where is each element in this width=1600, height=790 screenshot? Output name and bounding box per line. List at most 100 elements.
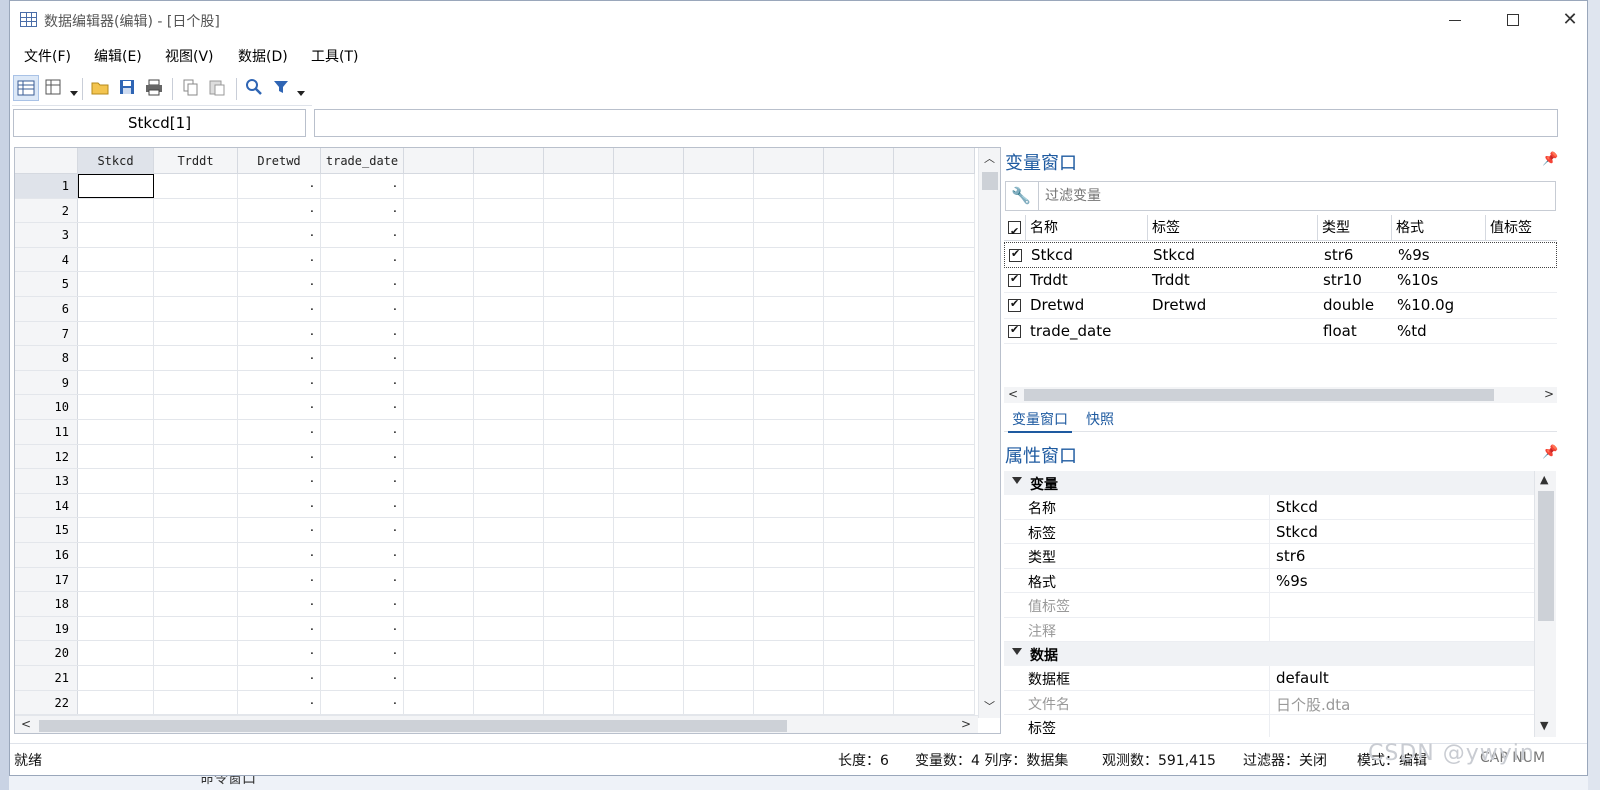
grid-cell[interactable] (614, 469, 684, 493)
grid-cell[interactable] (684, 321, 754, 346)
paste-button[interactable] (205, 75, 231, 101)
grid-cell[interactable] (684, 666, 754, 690)
grid-horizontal-scrollbar[interactable]: < > (15, 715, 978, 733)
row-number[interactable]: 10 (15, 395, 78, 419)
grid-cell[interactable] (614, 321, 684, 346)
current-cell[interactable] (78, 174, 154, 198)
grid-cell[interactable] (78, 198, 154, 223)
grid-cell[interactable] (824, 247, 894, 272)
open-button[interactable] (88, 75, 114, 101)
grid-cell[interactable] (894, 321, 975, 346)
grid-cell[interactable]: . (238, 297, 321, 321)
grid-cell[interactable] (824, 272, 894, 296)
wrench-icon[interactable]: 🔧 (1011, 186, 1033, 206)
grid-cell[interactable] (754, 247, 824, 272)
grid-cell[interactable] (474, 247, 544, 272)
column-header-format[interactable]: 格式 (1392, 215, 1486, 241)
grid-cell[interactable] (544, 493, 614, 518)
grid-cell[interactable]: . (321, 666, 404, 690)
grid-cell[interactable] (614, 543, 684, 567)
chevron-right-icon[interactable]: > (1544, 387, 1554, 401)
grid-cell[interactable]: . (238, 395, 321, 419)
chevron-up-icon[interactable]: ▲ (1540, 473, 1548, 486)
grid-cell[interactable] (474, 690, 544, 715)
grid-cell[interactable]: . (321, 198, 404, 223)
grid-cell[interactable] (404, 247, 474, 272)
row-number[interactable]: 13 (15, 469, 78, 493)
grid-cell[interactable]: . (238, 321, 321, 346)
scroll-thumb[interactable] (982, 172, 998, 190)
title-bar[interactable]: 数据编辑器(编辑) - [日个股] ✕ (10, 1, 1587, 39)
property-section-data[interactable]: 数据 (1004, 642, 1534, 666)
row-number[interactable]: 7 (15, 321, 78, 346)
grid-cell[interactable] (754, 370, 824, 395)
grid-cell[interactable] (474, 444, 544, 469)
grid-cell[interactable] (404, 272, 474, 296)
grid-cell[interactable] (78, 370, 154, 395)
grid-cell[interactable] (684, 420, 754, 444)
save-button[interactable] (115, 75, 141, 101)
grid-cell[interactable] (684, 518, 754, 542)
grid-cell[interactable] (474, 321, 544, 346)
grid-cell[interactable] (544, 666, 614, 690)
variable-visible-checkbox[interactable] (1008, 272, 1021, 287)
chevron-down-icon[interactable]: ﹀ (984, 698, 995, 714)
grid-cell[interactable] (614, 641, 684, 665)
grid-cell[interactable] (474, 469, 544, 493)
grid-cell[interactable] (154, 420, 238, 444)
table-row[interactable]: 21.. (15, 666, 975, 691)
grid-cell[interactable] (684, 198, 754, 223)
grid-cell[interactable] (474, 174, 544, 198)
grid-cell[interactable] (824, 567, 894, 592)
grid-cell[interactable] (544, 247, 614, 272)
grid-cell[interactable] (544, 395, 614, 419)
grid-cell[interactable] (684, 641, 754, 665)
grid-cell[interactable] (154, 690, 238, 715)
grid-cell[interactable]: . (238, 444, 321, 469)
table-row[interactable]: 13.. (15, 469, 975, 494)
column-header[interactable]: Stkcd (78, 148, 154, 174)
grid-cell[interactable]: . (321, 395, 404, 419)
grid-cell[interactable] (754, 641, 824, 665)
grid-cell[interactable] (754, 567, 824, 592)
filter-button[interactable] (269, 75, 295, 101)
table-row[interactable]: 19.. (15, 616, 975, 642)
grid-cell[interactable] (474, 518, 544, 542)
column-header-type[interactable]: 类型 (1318, 215, 1392, 241)
tab-variables[interactable]: 变量窗口 (1008, 409, 1072, 433)
grid-cell[interactable]: . (238, 346, 321, 370)
grid-cell[interactable] (824, 223, 894, 247)
grid-cell[interactable] (894, 543, 975, 567)
grid-cell[interactable]: . (321, 346, 404, 370)
property-section-variable[interactable]: 变量 (1004, 471, 1534, 495)
grid-cell[interactable]: . (238, 641, 321, 665)
grid-cell[interactable] (154, 272, 238, 296)
grid-cell[interactable] (544, 420, 614, 444)
grid-cell[interactable]: . (238, 567, 321, 592)
row-number[interactable]: 19 (15, 616, 78, 641)
grid-cell[interactable] (544, 444, 614, 469)
grid-cell[interactable] (894, 272, 975, 296)
grid-cell[interactable] (154, 592, 238, 616)
table-row[interactable]: 10.. (15, 395, 975, 420)
grid-cell[interactable] (684, 395, 754, 419)
property-row[interactable]: 值标签 (1004, 593, 1534, 618)
grid-cell[interactable] (894, 567, 975, 592)
grid-cell[interactable] (78, 395, 154, 419)
grid-cell[interactable] (894, 518, 975, 542)
grid-cell[interactable] (78, 641, 154, 665)
grid-cell[interactable] (754, 297, 824, 321)
grid-cell[interactable] (684, 469, 754, 493)
grid-cell[interactable] (614, 370, 684, 395)
variable-row[interactable]: Stkcd Stkcd str6 %9s (1004, 242, 1557, 268)
grid-cell[interactable] (614, 420, 684, 444)
grid-cell[interactable] (154, 247, 238, 272)
grid-cell[interactable] (404, 690, 474, 715)
row-number[interactable]: 20 (15, 641, 78, 665)
grid-cell[interactable] (404, 297, 474, 321)
grid-cell[interactable] (754, 174, 824, 198)
table-row[interactable]: 14.. (15, 493, 975, 519)
grid-cell[interactable] (404, 641, 474, 665)
grid-corner[interactable] (15, 148, 78, 174)
grid-cell[interactable] (894, 690, 975, 715)
